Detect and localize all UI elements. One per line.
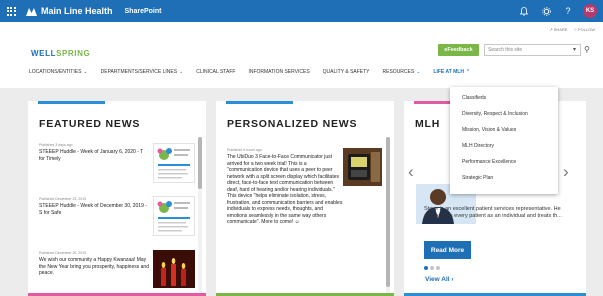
chevron-down-icon: ⌄ (416, 69, 421, 75)
steeep-graphic-icon (157, 148, 190, 179)
follow-button[interactable]: ☆ FOLLOW (574, 27, 595, 32)
news-date: Published 3 days ago (39, 143, 73, 147)
suite-bar: Main Line Health SharePoint ? KS (0, 0, 603, 22)
wellspring-logo[interactable]: WELLSPRING (31, 49, 90, 58)
carousel-dot-active[interactable] (424, 266, 428, 270)
news-date: Published December 23, 2019 (39, 197, 87, 201)
personalized-news-title: PERSONALIZED NEWS (227, 118, 358, 130)
nav-clinical-staff[interactable]: CLINICAL STAFF (196, 69, 235, 75)
kwanzaa-candles-thumbnail[interactable] (153, 250, 195, 288)
personalized-news-card: PERSONALIZED NEWS Published 6 hours ago … (216, 101, 394, 296)
share-follow-bar: ↗ SHARE ☆ FOLLOW (549, 27, 595, 32)
device-photo-icon (343, 148, 382, 186)
nav-life-at-mlh[interactable]: LIFE AT MLH ⌃ (433, 69, 470, 75)
featured-news-card: FEATURED NEWS Published 3 days ago STEEE… (28, 101, 206, 296)
share-button[interactable]: ↗ SHARE (549, 27, 567, 32)
sharepoint-link[interactable]: SharePoint (125, 8, 162, 15)
efeedback-button[interactable]: eFeedback (438, 44, 479, 56)
menu-item-performance-excellence[interactable]: Performance Excellence (462, 159, 516, 165)
life-at-mlh-dropdown: Classifieds Diversity, Respect & Inclusi… (450, 87, 558, 194)
notifications-icon[interactable] (517, 4, 531, 18)
brand-logo[interactable]: Main Line Health (26, 6, 113, 16)
news-headline: We wish our community a Happy Kwanzaa! M… (39, 257, 149, 276)
user-avatar[interactable]: KS (583, 4, 597, 18)
search-placeholder: Search this site (488, 47, 523, 53)
share-icon: ↗ (549, 27, 553, 32)
news-date: Published December 20, 2019 (39, 251, 87, 255)
scrollbar-thumb[interactable] (198, 137, 202, 189)
chevron-down-icon: ⌄ (179, 69, 184, 75)
news-item[interactable]: Published December 23, 2019 STEEEP Huddl… (39, 197, 149, 216)
search-input[interactable]: Search this site ▾ (484, 44, 581, 56)
menu-item-classifieds[interactable]: Classifieds (462, 95, 486, 101)
carousel-dot[interactable] (430, 266, 434, 270)
brand-name: Main Line Health (41, 6, 113, 16)
news-item[interactable]: Published 6 hours ago The UbiDuo 3 Face-… (227, 148, 343, 226)
steeep-graphic-icon (157, 201, 190, 232)
chevron-down-icon: ⌄ (83, 69, 88, 75)
search-scope-dropdown-icon[interactable]: ▾ (573, 46, 576, 53)
read-more-button[interactable]: Read More (424, 241, 471, 259)
app-launcher-icon[interactable] (0, 0, 22, 22)
spotlight-caption: Steve is an excellent patient services r… (424, 206, 562, 219)
news-item[interactable]: Published 3 days ago STEEEP Huddle - Wee… (39, 143, 149, 162)
carousel-dot[interactable] (436, 266, 440, 270)
star-icon: ☆ (573, 27, 578, 32)
settings-gear-icon[interactable] (539, 4, 553, 18)
view-all-link[interactable]: View All › (425, 276, 454, 283)
chevron-up-icon: ⌃ (465, 69, 471, 75)
card-accent-bar (226, 101, 293, 104)
nav-quality-safety[interactable]: QUALITY & SAFETY (323, 69, 370, 75)
nav-departments-service-lines[interactable]: DEPARTMENTS/SERVICE LINES ⌄ (101, 69, 184, 75)
search-icon[interactable]: ⚲ (584, 45, 590, 54)
ubiduo-device-thumbnail[interactable] (343, 148, 382, 186)
news-date: Published 6 hours ago (227, 148, 262, 152)
nav-resources[interactable]: RESOURCES ⌄ (383, 69, 421, 75)
nav-information-services[interactable]: INFORMATION SERVICES (248, 69, 309, 75)
mlh-card-title: MLH (415, 118, 441, 130)
brand-mark-icon (26, 7, 37, 16)
menu-item-diversity[interactable]: Diversity, Respect & Inclusion (462, 111, 528, 117)
news-item[interactable]: Published December 20, 2019 We wish our … (39, 251, 149, 277)
top-navigation: LOCATIONS/ENTITIES ⌄ DEPARTMENTS/SERVICE … (29, 69, 483, 75)
scrollbar-thumb[interactable] (386, 137, 390, 287)
news-body: The UbiDuo 3 Face-to-Face Communicator j… (227, 154, 343, 225)
menu-item-mlh-directory[interactable]: MLH Directory (462, 143, 494, 149)
steeep-thumbnail[interactable] (153, 143, 195, 183)
nav-locations-entities[interactable]: LOCATIONS/ENTITIES ⌄ (29, 69, 88, 75)
news-headline: STEEEP Huddle - Week of January 6, 2020 … (39, 149, 144, 162)
menu-item-mission-vision[interactable]: Mission, Vision & Values (462, 127, 516, 133)
card-accent-bar (38, 101, 105, 104)
carousel-prev-arrow-icon[interactable]: ‹ (408, 162, 414, 182)
news-headline: STEEEP Huddle - Week of December 30, 201… (39, 203, 147, 216)
featured-news-title: FEATURED NEWS (39, 118, 141, 130)
help-icon[interactable]: ? (561, 4, 575, 18)
steeep-thumbnail[interactable] (153, 196, 195, 236)
carousel-next-arrow-icon[interactable]: › (563, 162, 569, 182)
menu-item-strategic-plan[interactable]: Strategic Plan (462, 175, 493, 181)
candles-image-icon (153, 250, 195, 288)
